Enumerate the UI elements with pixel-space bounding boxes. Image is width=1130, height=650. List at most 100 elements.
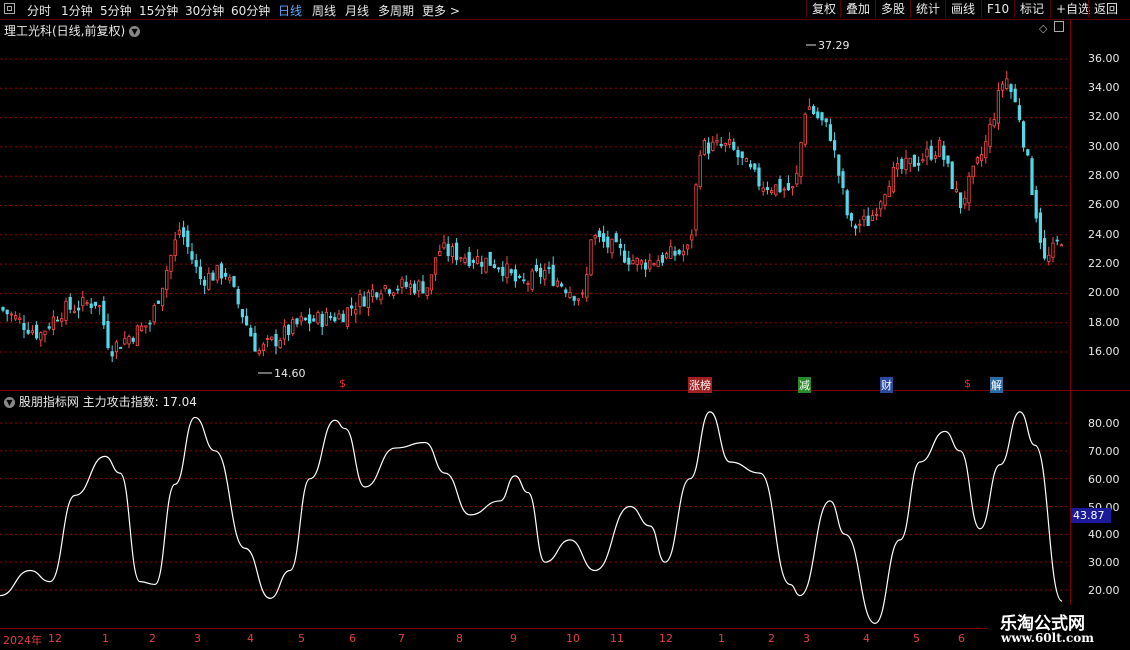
candle-body <box>572 296 576 301</box>
x-tick: 9 <box>510 632 517 645</box>
chevron-down-icon[interactable]: ▼ <box>4 397 15 408</box>
candle-body <box>110 351 114 357</box>
candle-body <box>211 272 215 281</box>
candle-body <box>13 315 18 320</box>
candle-body <box>984 141 988 159</box>
candle-body <box>795 172 799 185</box>
event-marker-top-gainers[interactable]: 涨榜 <box>688 377 712 393</box>
candle-body <box>9 313 13 316</box>
candle-body <box>539 267 543 278</box>
candle-body <box>181 227 186 238</box>
candle-body <box>85 302 89 305</box>
period-low-label: 14.60 <box>274 367 306 380</box>
price-tick: 34.00 <box>1088 81 1120 94</box>
candle-body <box>597 230 602 237</box>
candle-body <box>341 313 345 323</box>
event-marker-finance[interactable]: 财 <box>880 377 893 393</box>
candle-body <box>240 309 244 318</box>
event-marker-reduce[interactable]: 减 <box>798 377 811 393</box>
candle-body <box>694 184 698 231</box>
candle-body <box>820 112 824 121</box>
candle-body <box>139 325 144 332</box>
candle-body <box>282 325 287 340</box>
candle-body <box>980 154 984 161</box>
candle-body <box>35 324 39 339</box>
candle-body <box>564 289 568 294</box>
candle-body <box>496 267 501 270</box>
candle-body <box>522 279 526 282</box>
event-marker-dollar-2[interactable]: $ <box>963 377 972 390</box>
candle-body <box>723 142 728 146</box>
candle-body <box>56 319 60 322</box>
high-low-annotations <box>258 44 816 374</box>
candle-body <box>660 254 665 263</box>
candle-body <box>328 315 333 319</box>
candle-body <box>64 300 68 321</box>
candle-body <box>1055 239 1059 242</box>
candle-body <box>324 311 329 326</box>
candle-body <box>198 266 202 279</box>
candle-body <box>1043 238 1047 259</box>
candle-body <box>849 213 854 221</box>
candle-body <box>518 275 522 278</box>
candle-body <box>89 303 93 308</box>
candle-body <box>702 140 707 155</box>
x-tick: 6 <box>349 632 356 645</box>
candle-body <box>312 318 316 322</box>
candle-body <box>156 300 160 304</box>
kline-chart[interactable] <box>0 0 1130 650</box>
candle-body <box>144 325 148 328</box>
candle-body <box>870 215 875 221</box>
candle-body <box>412 283 417 294</box>
event-marker-dollar[interactable]: $ <box>338 377 347 390</box>
candle-body <box>555 280 560 287</box>
price-tick: 24.00 <box>1088 228 1120 241</box>
candle-body <box>1038 212 1042 243</box>
indicator-name-value: 股朋指标网 主力攻击指数: 17.04 <box>18 395 197 409</box>
candle-body <box>757 167 761 187</box>
candle-body <box>912 154 917 167</box>
candle-body <box>223 272 228 277</box>
candle-body <box>26 329 30 334</box>
candle-body <box>1030 158 1034 196</box>
price-tick: 36.00 <box>1088 52 1120 65</box>
candle-body <box>244 315 249 326</box>
candle-body <box>589 239 593 276</box>
candle-body <box>635 257 639 265</box>
candle-body <box>509 269 513 274</box>
x-tick: 7 <box>398 632 405 645</box>
candle-body <box>929 145 933 160</box>
candle-body <box>1051 242 1055 258</box>
candle-body <box>875 213 879 216</box>
candle-body <box>177 229 181 235</box>
candle-body <box>488 251 492 266</box>
candle-body <box>765 187 770 191</box>
candle-body <box>358 294 362 308</box>
candle-body <box>837 154 841 176</box>
candle-body <box>681 250 686 256</box>
candle-body <box>807 106 812 110</box>
candle-body <box>946 155 950 164</box>
event-marker-unlock[interactable]: 解 <box>990 377 1003 393</box>
candle-body <box>854 225 858 229</box>
candle-body <box>1047 254 1051 262</box>
candle-body <box>316 312 320 324</box>
candle-body <box>186 230 190 248</box>
candle-body <box>950 161 954 190</box>
candle-body <box>207 272 211 290</box>
candle-body <box>786 182 791 191</box>
candle-body <box>988 124 992 147</box>
candle-body <box>286 324 291 335</box>
candle-body <box>295 318 299 325</box>
candle-body <box>576 298 581 301</box>
candle-body <box>194 260 198 267</box>
candle-body <box>320 313 324 327</box>
x-tick: 8 <box>456 632 463 645</box>
candle-body <box>686 244 690 250</box>
candle-body <box>337 313 341 320</box>
main-grid <box>0 58 1070 353</box>
candle-body <box>627 257 631 265</box>
indicator-tick: 40.00 <box>1088 528 1120 541</box>
candle-body <box>278 340 282 349</box>
candle-body <box>148 322 152 325</box>
